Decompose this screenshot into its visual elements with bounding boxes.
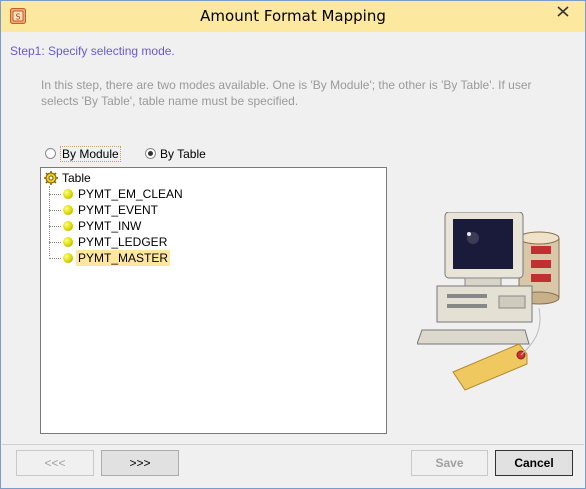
close-button[interactable] (543, 1, 583, 21)
step-title: Step1: Specify selecting mode. (10, 44, 175, 58)
dialog-content: Step1: Specify selecting mode. In this s… (2, 32, 584, 487)
table-node-icon (63, 189, 73, 199)
tree-item-label: PYMT_INW (78, 219, 142, 233)
tree-item-label: PYMT_MASTER (76, 250, 171, 266)
tree-branch-line (49, 258, 61, 259)
tree-branch-line (49, 226, 61, 227)
cancel-button[interactable]: Cancel (495, 450, 573, 476)
table-node-icon (63, 205, 73, 215)
by-table-label: By Table (160, 147, 206, 161)
title-bar[interactable]: S Amount Format Mapping (1, 1, 585, 32)
table-node-icon (63, 253, 73, 263)
radio-circle[interactable] (45, 148, 56, 159)
tree-branch-line (49, 210, 61, 211)
back-button[interactable]: <<< (16, 450, 94, 476)
radio-circle-selected[interactable] (145, 148, 156, 159)
close-icon (557, 6, 569, 17)
tree-branch-line (49, 194, 61, 195)
tree-item-label: PYMT_EM_CLEAN (78, 187, 183, 201)
table-node-icon (63, 237, 73, 247)
dialog-window: S Amount Format Mapping Step1: Specify s… (0, 0, 586, 489)
table-gear-icon (44, 171, 58, 185)
tree-branch-line (49, 242, 61, 243)
save-button[interactable]: Save (411, 450, 488, 476)
table-node-icon (63, 221, 73, 231)
tree-root-label: Table (62, 171, 91, 185)
tree-connector (49, 186, 50, 256)
tree-item-label: PYMT_EVENT (78, 203, 159, 217)
computer-database-tag-icon (417, 212, 560, 391)
tree-item-label: PYMT_LEDGER (78, 235, 168, 249)
window-title: Amount Format Mapping (200, 7, 386, 25)
footer-separator (2, 444, 584, 445)
step-description: In this step, there are two modes availa… (41, 78, 532, 108)
by-module-label: By Module (60, 146, 121, 162)
table-tree[interactable]: Table PYMT_EM_CLEAN PYMT_EVENT PYMT_INW (40, 167, 387, 434)
next-button[interactable]: >>> (101, 450, 179, 476)
